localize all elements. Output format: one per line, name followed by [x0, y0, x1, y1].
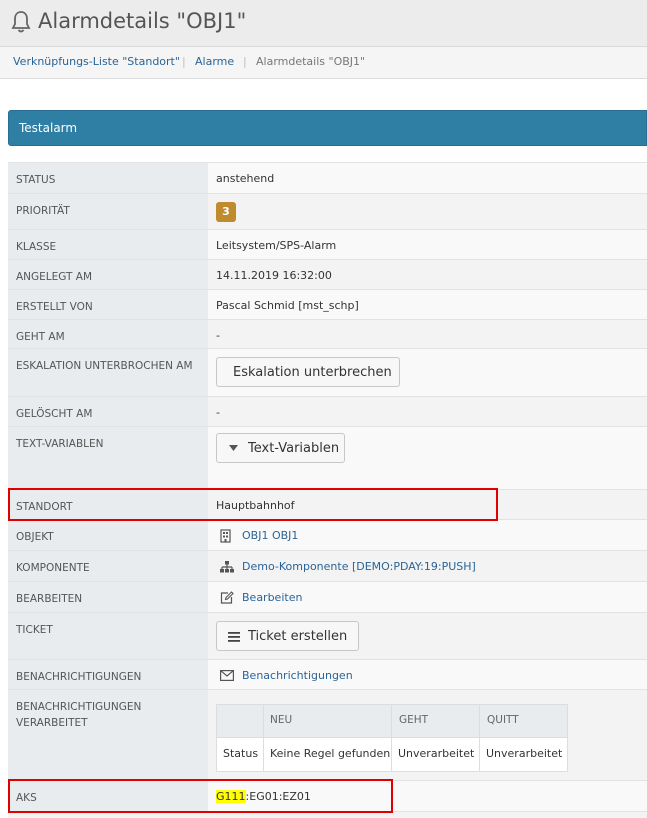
table-header-cell: GEHT	[399, 714, 429, 726]
detail-row-deleted-at: GELÖSCHT AM -	[8, 396, 647, 426]
detail-row-aks: AKS G111:EG01:EZ01	[8, 780, 647, 811]
page-header: Alarmdetails "OBJ1"	[0, 0, 647, 47]
status-value: anstehend	[216, 172, 275, 185]
page-title: Alarmdetails "OBJ1"	[38, 9, 247, 33]
table-header-cell: NEU	[270, 714, 293, 726]
table-header: NEU GEHT QUITT	[217, 705, 567, 738]
breadcrumb-separator: |	[182, 55, 186, 68]
building-icon	[220, 529, 231, 543]
breadcrumb-link-alarms[interactable]: Alarme	[195, 55, 234, 68]
text-variables-button-label: Text-Variablen	[248, 441, 340, 456]
panel-heading: Testalarm	[8, 110, 647, 146]
edit-label: BEARBEITEN	[16, 593, 83, 605]
sitemap-icon	[220, 561, 234, 573]
aks-highlight: G111	[216, 790, 246, 803]
edit-link[interactable]: Bearbeiten	[242, 591, 302, 604]
caret-down-icon	[229, 445, 238, 451]
created-at-value: 14.11.2019 16:32:00	[216, 269, 332, 282]
created-by-label: ERSTELLT VON	[16, 301, 93, 313]
detail-row-goes-at: GEHT AM -	[8, 319, 647, 348]
table-cell: Unverarbeitet	[398, 747, 475, 760]
detail-row-priority: PRIORITÄT 3	[8, 193, 647, 229]
breadcrumb: Verknüpfungs-Liste "Standort" | Alarme |…	[0, 47, 647, 79]
envelope-icon	[220, 670, 234, 681]
create-ticket-button[interactable]: Ticket erstellen	[216, 621, 359, 651]
breadcrumb-link-location-list[interactable]: Verknüpfungs-Liste "Standort"	[13, 55, 180, 68]
table-cell: Keine Regel gefunden	[270, 747, 391, 760]
created-by-value: Pascal Schmid [mst_schp]	[216, 299, 359, 312]
object-label: OBJEKT	[16, 531, 54, 543]
detail-row-location: STANDORT Hauptbahnhof	[8, 489, 647, 519]
text-variables-label: TEXT-VARIABLEN	[16, 438, 104, 450]
notifications-link[interactable]: Benachrichtigungen	[242, 669, 353, 682]
notifications-processed-table: NEU GEHT QUITT Status Keine Regel gefund…	[216, 704, 568, 772]
detail-row-created-at: ANGELEGT AM 14.11.2019 16:32:00	[8, 259, 647, 289]
detail-row-component: KOMPONENTE Demo-Komponente [DEMO:PDAY:19…	[8, 550, 647, 581]
status-label: STATUS	[16, 174, 56, 186]
component-link[interactable]: Demo-Komponente [DEMO:PDAY:19:PUSH]	[242, 560, 476, 573]
detail-row-notifications-processed: BENACHRICHTIGUNGEN VERARBEITET NEU GEHT …	[8, 689, 647, 780]
escalation-label: ESKALATION UNTERBROCHEN AM	[16, 360, 193, 372]
priority-badge: 3	[216, 202, 236, 222]
detail-row-text-variables: TEXT-VARIABLEN Text-Variablen	[8, 426, 647, 489]
create-ticket-button-label: Ticket erstellen	[248, 629, 348, 644]
bell-icon	[11, 11, 31, 33]
detail-row-edit: BEARBEITEN Bearbeiten	[8, 581, 647, 612]
text-variables-toggle-button[interactable]: Text-Variablen	[216, 433, 345, 463]
detail-row-class: KLASSE Leitsystem/SPS-Alarm	[8, 229, 647, 259]
priority-label: PRIORITÄT	[16, 205, 70, 217]
goes-at-label: GEHT AM	[16, 331, 65, 343]
deleted-at-value: -	[216, 406, 220, 419]
detail-row-notifications: BENACHRICHTIGUNGEN Benachrichtigungen	[8, 659, 647, 689]
aks-value: G111:EG01:EZ01	[216, 790, 311, 803]
class-label: KLASSE	[16, 241, 57, 253]
notifications-processed-label-line2: VERARBEITET	[16, 717, 88, 729]
created-at-label: ANGELEGT AM	[16, 271, 93, 283]
object-link[interactable]: OBJ1 OBJ1	[242, 529, 298, 542]
interrupt-escalation-button[interactable]: Eskalation unterbrechen	[216, 357, 400, 387]
table-cell: Status	[223, 747, 259, 760]
column-divider	[479, 705, 480, 771]
ticket-label: TICKET	[16, 624, 53, 636]
notifications-processed-label: BENACHRICHTIGUNGEN VERARBEITET	[16, 699, 206, 731]
notifications-processed-label-line1: BENACHRICHTIGUNGEN	[16, 701, 142, 713]
table-cell: Unverarbeitet	[486, 747, 563, 760]
detail-row-object: OBJEKT OBJ1 OBJ1	[8, 519, 647, 550]
interrupt-escalation-button-label: Eskalation unterbrechen	[233, 365, 392, 380]
breadcrumb-separator: |	[243, 55, 247, 68]
column-divider	[391, 705, 392, 771]
class-value: Leitsystem/SPS-Alarm	[216, 239, 337, 252]
list-icon	[228, 632, 240, 642]
breadcrumb-current: Alarmdetails "OBJ1"	[256, 55, 366, 68]
table-header-cell: QUITT	[487, 714, 519, 726]
aks-value-rest: :EG01:EZ01	[245, 790, 311, 803]
detail-row-status: STATUS anstehend	[8, 162, 647, 193]
location-label: STANDORT	[16, 501, 73, 513]
column-divider	[263, 705, 264, 771]
detail-row-escalation: ESKALATION UNTERBROCHEN AM Eskalation un…	[8, 348, 647, 396]
location-value: Hauptbahnhof	[216, 499, 295, 512]
detail-row-created-by: ERSTELLT VON Pascal Schmid [mst_schp]	[8, 289, 647, 319]
detail-row-ticket: TICKET Ticket erstellen	[8, 612, 647, 659]
aks-label: AKS	[16, 792, 37, 804]
panel-title: Testalarm	[19, 121, 78, 135]
deleted-at-label: GELÖSCHT AM	[16, 408, 93, 420]
notifications-label: BENACHRICHTIGUNGEN	[16, 671, 142, 683]
goes-at-value: -	[216, 329, 220, 342]
edit-icon	[220, 591, 234, 604]
component-label: KOMPONENTE	[16, 562, 90, 574]
